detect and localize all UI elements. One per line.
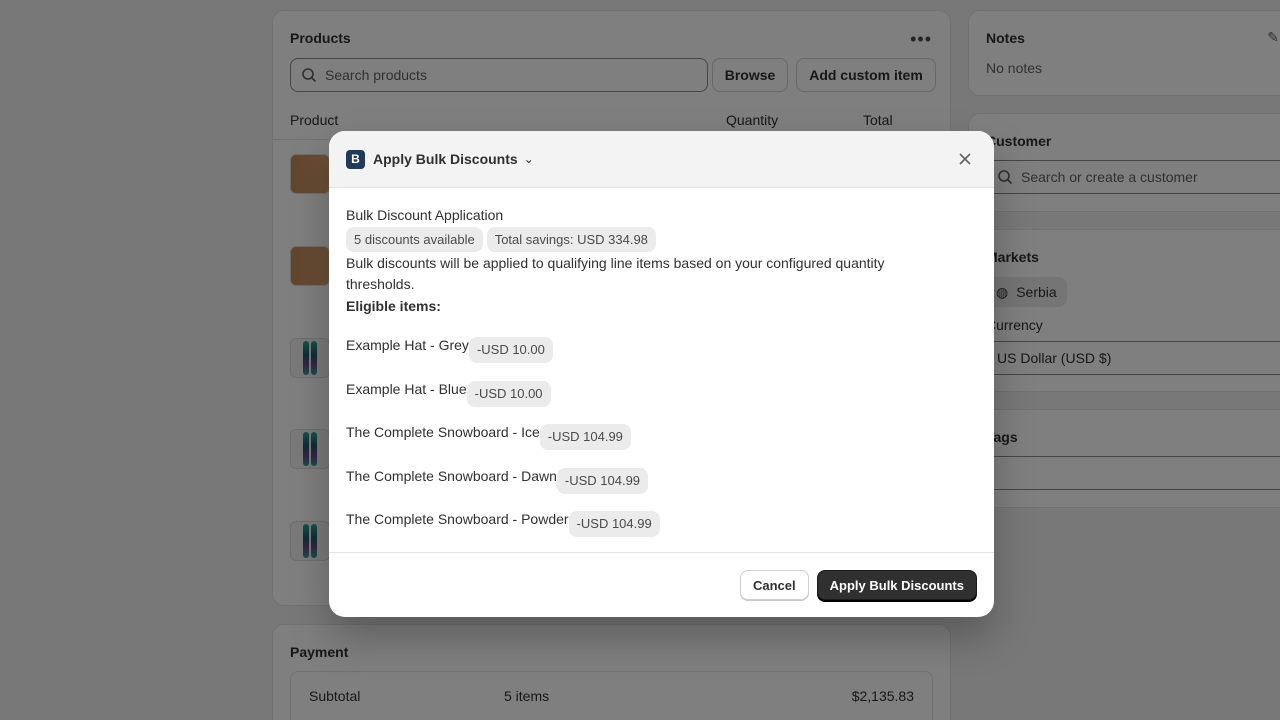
eligible-items-label: Eligible items: [346,298,441,314]
item-name: The Complete Snowboard - Dawn [346,467,557,484]
modal-body: Bulk Discount Application 5 discounts av… [346,205,977,554]
item-name: Example Hat - Grey [346,337,469,353]
chevron-down-icon[interactable]: ⌄ [524,152,534,166]
eligible-items-list: Example Hat - Grey -USD 10.00 Example Ha… [346,336,977,554]
list-item: Example Hat - Grey -USD 10.00 [346,336,977,380]
list-item: Example Hat - Blue -USD 10.00 [346,380,977,424]
apply-bulk-discounts-modal: B Apply Bulk Discounts ⌄ Bulk Discount A… [329,131,994,617]
cancel-button[interactable]: Cancel [740,570,809,600]
item-discount-badge: -USD 104.99 [556,467,649,494]
item-name: Example Hat - Blue [346,380,467,397]
modal-title[interactable]: Apply Bulk Discounts [373,151,518,167]
list-item: The Complete Snowboard - Dawn -USD 104.9… [346,467,977,511]
item-discount-badge: -USD 10.00 [466,380,551,407]
modal-footer: Cancel Apply Bulk Discounts [329,552,994,617]
list-item: The Complete Snowboard - Powder -USD 104… [346,510,977,554]
apply-bulk-discounts-button[interactable]: Apply Bulk Discounts [816,570,977,600]
item-name: The Complete Snowboard - Ice [346,424,540,440]
close-icon[interactable] [954,148,976,170]
item-discount-badge: -USD 10.00 [468,337,553,363]
list-item: The Complete Snowboard - Ice -USD 104.99 [346,423,977,467]
total-savings-badge: Total savings: USD 334.98 [486,227,656,252]
item-discount-badge: -USD 104.99 [539,424,631,450]
modal-heading: Bulk Discount Application [346,207,504,223]
summary-badges: 5 discounts available Total savings: USD… [346,227,977,252]
modal-header: B Apply Bulk Discounts ⌄ [329,131,994,188]
item-name: The Complete Snowboard - Powder [346,511,569,527]
app-logo-icon: B [346,149,365,169]
modal-description: Bulk discounts will be applied to qualif… [346,255,885,292]
discounts-available-badge: 5 discounts available [346,227,483,252]
item-discount-badge: -USD 104.99 [568,511,660,537]
